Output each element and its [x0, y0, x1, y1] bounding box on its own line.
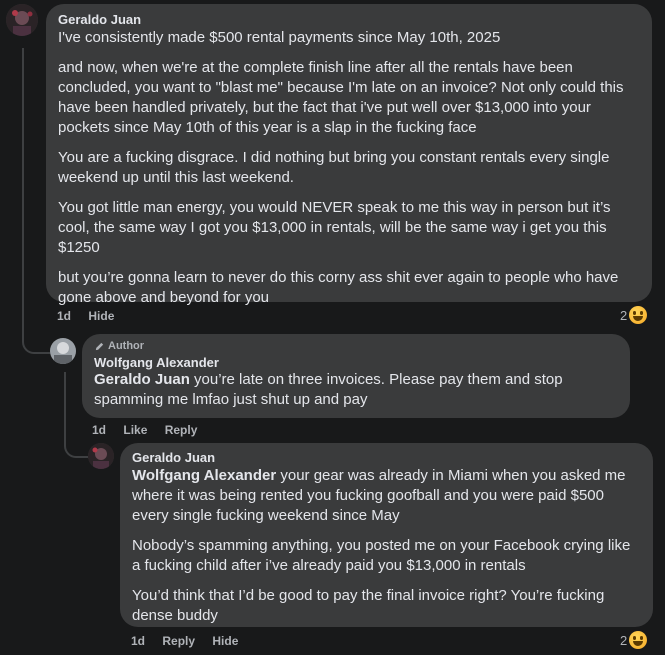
comment-paragraph: and now, when we're at the complete fini… [58, 59, 624, 136]
comment-bubble: Geraldo Juan I've consistently made $500… [46, 4, 652, 306]
timestamp[interactable]: 1d [57, 309, 71, 323]
hide-button[interactable]: Hide [212, 634, 238, 648]
thread-line [22, 48, 24, 338]
mention-link[interactable]: Geraldo Juan [94, 371, 190, 388]
hide-button[interactable]: Hide [88, 309, 114, 323]
comment-actions: 1d Hide [57, 309, 128, 323]
comment-author[interactable]: Geraldo Juan [58, 12, 640, 27]
timestamp[interactable]: 1d [131, 634, 145, 648]
comment-paragraph: I've consistently made $500 rental payme… [58, 29, 501, 46]
avatar[interactable] [88, 443, 114, 469]
reply-text: Wolfgang Alexander your gear was already… [132, 466, 641, 526]
reply-paragraph: Nobody’s spamming anything, you posted m… [132, 537, 631, 574]
reaction-summary[interactable]: 2 [620, 631, 648, 649]
reaction-summary[interactable]: 2 [620, 306, 648, 324]
reply-bubble: Author Wolfgang Alexander Geraldo Juan y… [82, 334, 630, 418]
thread-connector [22, 330, 50, 354]
author-badge-label: Author [108, 340, 145, 352]
like-button[interactable]: Like [123, 423, 147, 437]
thread-connector [64, 436, 88, 458]
reply-actions: 1d Reply Hide [131, 634, 252, 648]
reply-button[interactable]: Reply [165, 423, 198, 437]
reply-author[interactable]: Geraldo Juan [132, 450, 641, 465]
reaction-count: 2 [620, 307, 628, 323]
comment-paragraph: but you’re gonna learn to never do this … [58, 269, 619, 306]
reply-text: Geraldo Juan you’re late on three invoic… [94, 370, 618, 410]
avatar[interactable] [50, 338, 76, 364]
avatar[interactable] [6, 4, 38, 36]
reply-actions: 1d Like Reply [92, 423, 211, 437]
thread-line [64, 372, 66, 442]
timestamp[interactable]: 1d [92, 423, 106, 437]
comment-paragraph: You got little man energy, you would NEV… [58, 199, 611, 256]
laughing-emoji-icon [629, 306, 648, 324]
reply-author[interactable]: Wolfgang Alexander [94, 355, 618, 370]
comment-paragraph: You are a fucking disgrace. I did nothin… [58, 149, 610, 186]
pencil-icon [95, 342, 104, 350]
mention-link[interactable]: Wolfgang Alexander [132, 467, 276, 484]
reaction-count: 2 [620, 632, 628, 648]
reply-bubble: Geraldo Juan Wolfgang Alexander your gea… [120, 443, 653, 627]
laughing-emoji-icon [629, 631, 648, 649]
reply-button[interactable]: Reply [162, 634, 195, 648]
reply-paragraph: You’d think that I’d be good to pay the … [132, 587, 605, 624]
author-badge: Author [94, 340, 618, 352]
